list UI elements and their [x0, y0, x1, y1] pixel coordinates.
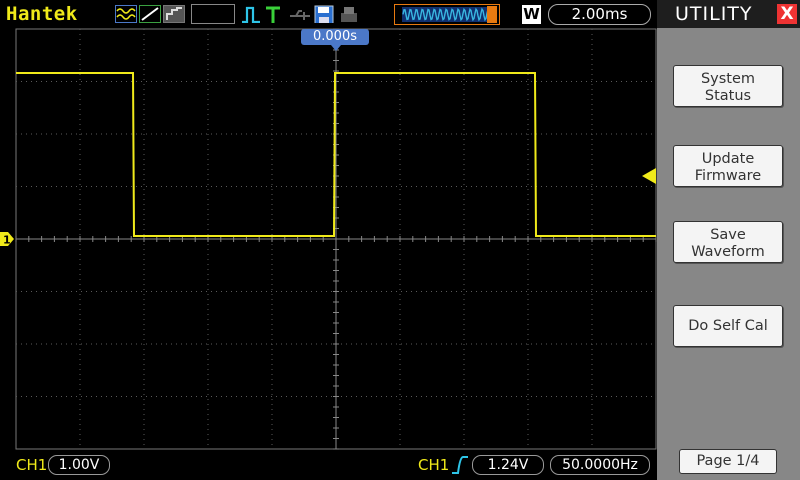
status-box — [191, 4, 235, 24]
timebase-readout[interactable]: 2.00ms — [548, 4, 651, 25]
waveform-display[interactable]: 1 — [0, 0, 657, 480]
panel-title: UTILITY — [675, 3, 753, 25]
save-disk-icon[interactable] — [314, 5, 334, 23]
system-status-button[interactable]: System Status — [673, 65, 783, 107]
memory-depth-bar — [394, 4, 500, 25]
panel-header: UTILITY X — [657, 0, 800, 28]
utility-menu-panel: UTILITY X System Status Update Firmware … — [657, 0, 800, 480]
save-waveform-button[interactable]: Save Waveform — [673, 221, 783, 263]
printer-icon[interactable] — [338, 5, 360, 23]
trigger-level-marker — [642, 168, 656, 184]
brand-logo: Hantek — [6, 3, 78, 25]
acquire-mode-icon[interactable] — [115, 5, 137, 23]
ch1-ground-marker: 1 — [0, 232, 14, 247]
trigger-level-readout[interactable]: 1.24V — [472, 455, 544, 475]
trigger-source-label: CH1 — [418, 456, 450, 474]
page-button[interactable]: Page 1/4 — [679, 449, 777, 474]
graticule: 1 — [0, 28, 657, 450]
ch1-marker-label: 1 — [3, 234, 11, 247]
persistence-icon[interactable] — [163, 5, 185, 23]
rising-edge-icon — [452, 456, 468, 474]
ch1-label: CH1 — [16, 456, 48, 474]
update-firmware-button[interactable]: Update Firmware — [673, 145, 783, 187]
trigger-position-marker — [331, 45, 341, 51]
frequency-readout: 50.0000Hz — [550, 455, 650, 475]
top-status-bar: Hantek W 2.00ms — [0, 0, 657, 28]
close-icon[interactable]: X — [777, 4, 797, 24]
trigger-edge-icon[interactable] — [240, 5, 262, 23]
trigger-status-icon — [266, 6, 280, 23]
window-mode-badge[interactable]: W — [522, 5, 541, 24]
trigger-position-readout: 0.000s — [301, 29, 369, 45]
ch1-volts-div[interactable]: 1.00V — [48, 455, 110, 475]
usb-icon — [290, 10, 310, 20]
display-vector-icon[interactable] — [139, 5, 161, 23]
do-self-cal-button[interactable]: Do Self Cal — [673, 305, 783, 347]
